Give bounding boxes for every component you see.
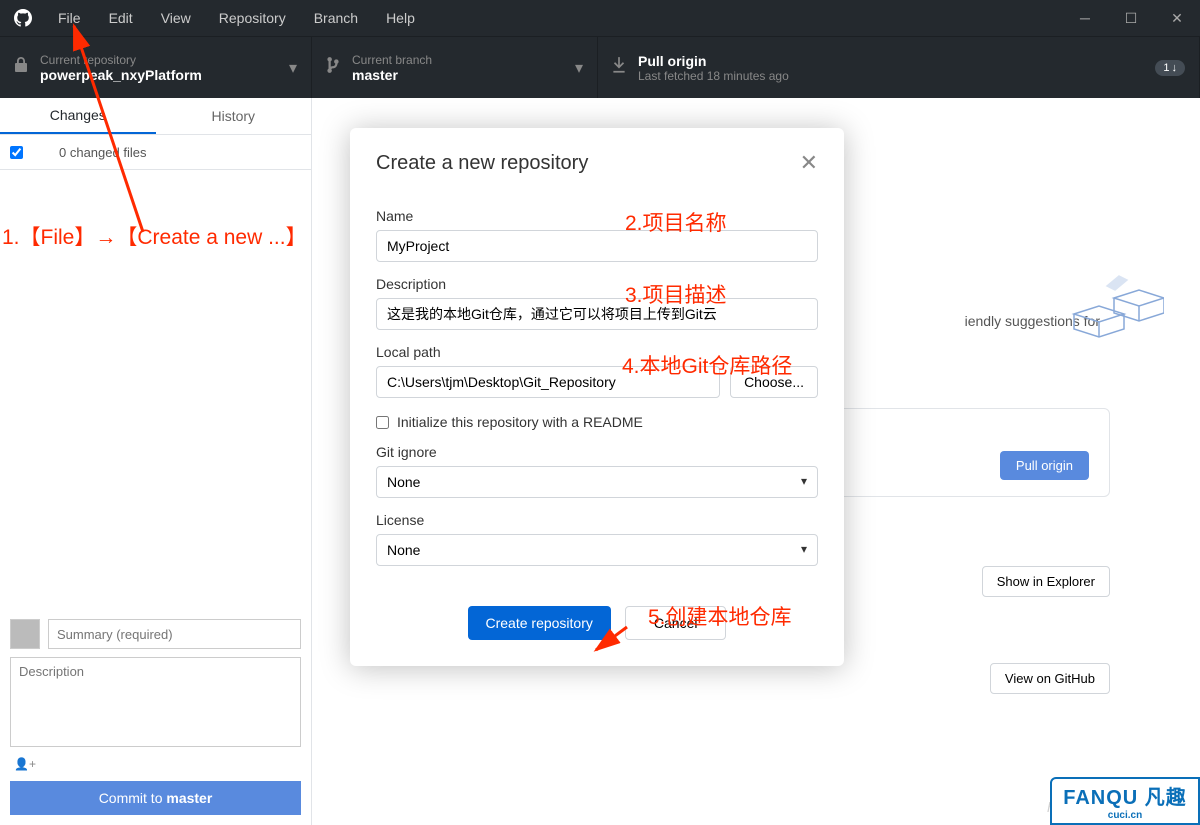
commit-area: 👤+ Commit to master — [0, 609, 311, 825]
local-path-label: Local path — [376, 344, 818, 360]
create-repository-modal: Create a new repository ✕ Name Descripti… — [350, 128, 844, 666]
license-label: License — [376, 512, 818, 528]
description-input[interactable] — [376, 298, 818, 330]
current-branch-dropdown[interactable]: Current branch master ▾ — [312, 37, 598, 98]
tab-changes[interactable]: Changes — [0, 98, 156, 134]
minimize-icon[interactable]: ─ — [1062, 0, 1108, 36]
create-repository-button[interactable]: Create repository — [468, 606, 611, 640]
gitignore-select[interactable]: None — [376, 466, 818, 498]
menubar: File Edit View Repository Branch Help — [44, 0, 429, 36]
avatar — [10, 619, 40, 649]
view-on-github-button[interactable]: View on GitHub — [990, 663, 1110, 694]
commit-button[interactable]: Commit to master — [10, 781, 301, 815]
repo-label: Current repository — [40, 53, 202, 67]
lock-icon — [14, 57, 28, 78]
description-textarea[interactable] — [10, 657, 301, 747]
summary-input[interactable] — [48, 619, 301, 649]
boxes-illustration-icon — [1064, 264, 1164, 344]
menu-file[interactable]: File — [44, 0, 95, 36]
select-all-checkbox[interactable] — [10, 146, 23, 159]
window-controls: ─ ☐ ✕ — [1062, 0, 1200, 36]
local-path-input[interactable] — [376, 366, 720, 398]
git-branch-icon — [326, 56, 340, 79]
chevron-down-icon: ▾ — [575, 58, 583, 78]
sidebar: Changes History 0 changed files 👤+ Commi… — [0, 98, 312, 825]
titlebar: File Edit View Repository Branch Help ─ … — [0, 0, 1200, 36]
name-input[interactable] — [376, 230, 818, 262]
add-co-authors-icon[interactable]: 👤+ — [10, 755, 301, 773]
show-in-explorer-button[interactable]: Show in Explorer — [982, 566, 1110, 597]
menu-repository[interactable]: Repository — [205, 0, 300, 36]
changed-files-row: 0 changed files — [0, 134, 311, 170]
repo-value: powerpeak_nxyPlatform — [40, 67, 202, 83]
cancel-button[interactable]: Cancel — [625, 606, 727, 640]
maximize-icon[interactable]: ☐ — [1108, 0, 1154, 36]
sidebar-tabs: Changes History — [0, 98, 311, 134]
description-label: Description — [376, 276, 818, 292]
changed-files-label: 0 changed files — [59, 145, 146, 160]
menu-help[interactable]: Help — [372, 0, 429, 36]
menu-branch[interactable]: Branch — [300, 0, 372, 36]
pull-origin-button[interactable]: Pull origin — [1000, 451, 1089, 480]
readme-checkbox[interactable] — [376, 416, 389, 429]
gitignore-label: Git ignore — [376, 444, 818, 460]
download-icon — [612, 56, 626, 79]
readme-label: Initialize this repository with a README — [397, 414, 643, 430]
modal-title: Create a new repository — [376, 152, 588, 175]
name-label: Name — [376, 208, 818, 224]
branch-label: Current branch — [352, 53, 432, 67]
pull-sub: Last fetched 18 minutes ago — [638, 69, 789, 83]
pull-label: Pull origin — [638, 53, 789, 69]
close-icon[interactable]: ✕ — [1154, 0, 1200, 36]
license-select[interactable]: None — [376, 534, 818, 566]
tab-history[interactable]: History — [156, 98, 312, 134]
fanqu-watermark: FANQU 凡趣 cuci.cn — [1050, 777, 1200, 825]
pull-origin-button[interactable]: Pull origin Last fetched 18 minutes ago … — [598, 37, 1200, 98]
current-repository-dropdown[interactable]: Current repository powerpeak_nxyPlatform… — [0, 37, 312, 98]
branch-value: master — [352, 67, 432, 83]
pull-badge: 1 ↓ — [1155, 60, 1185, 76]
menu-edit[interactable]: Edit — [95, 0, 147, 36]
github-logo-icon — [14, 9, 32, 27]
modal-close-icon[interactable]: ✕ — [800, 150, 818, 176]
menu-view[interactable]: View — [147, 0, 205, 36]
chevron-down-icon: ▾ — [289, 58, 297, 78]
toolbar: Current repository powerpeak_nxyPlatform… — [0, 36, 1200, 98]
choose-button[interactable]: Choose... — [730, 366, 818, 398]
